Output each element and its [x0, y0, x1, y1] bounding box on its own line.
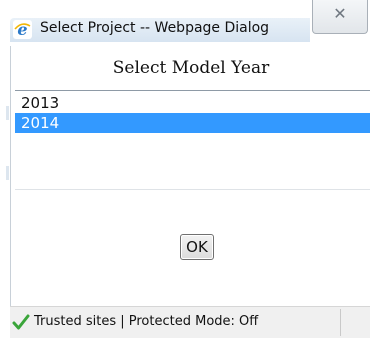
internet-explorer-icon: e: [13, 20, 32, 39]
list-item-2013[interactable]: 2013: [15, 93, 370, 113]
close-icon: ✕: [333, 4, 347, 23]
dialog-content: Select Model Year 2013 2014 OK: [10, 46, 370, 306]
dialog-window: e Select Project -- Webpage Dialog ✕ Sel…: [0, 0, 370, 338]
model-year-listbox[interactable]: 2013 2014: [15, 90, 370, 190]
checkmark-icon: [12, 314, 30, 330]
dialog-heading: Select Model Year: [112, 58, 270, 78]
status-text: Trusted sites | Protected Mode: Off: [34, 314, 259, 329]
status-divider: [340, 309, 341, 336]
close-button[interactable]: ✕: [312, 0, 368, 34]
title-bar: e Select Project -- Webpage Dialog ✕: [0, 0, 370, 46]
list-item-2014[interactable]: 2014: [15, 113, 370, 133]
ok-button[interactable]: OK: [180, 234, 214, 260]
status-bar: Trusted sites | Protected Mode: Off: [10, 306, 370, 338]
window-title: Select Project -- Webpage Dialog: [40, 20, 270, 36]
edge-mark: [6, 106, 9, 120]
window-left-edge: [0, 46, 10, 337]
edge-mark: [6, 166, 9, 180]
svg-text:e: e: [17, 20, 27, 39]
